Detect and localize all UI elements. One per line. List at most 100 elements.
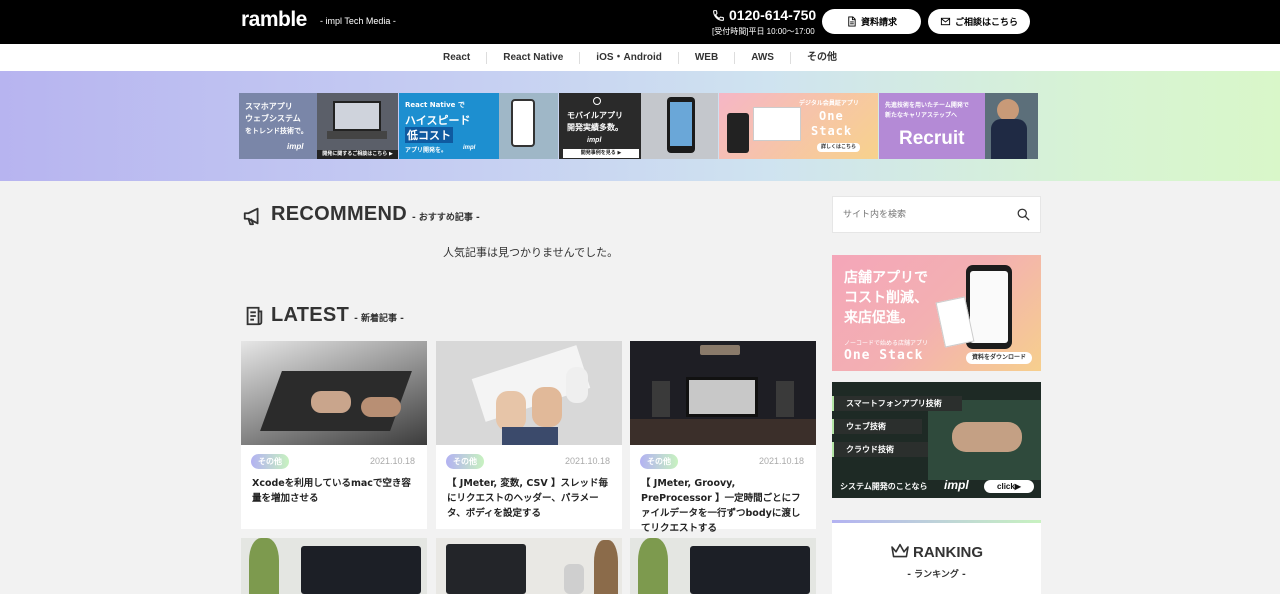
article-card[interactable]: その他 2021.10.18 【 JMeter, 変数, CSV 】スレッド毎に… <box>436 341 622 529</box>
category-nav: React React Native iOS・Android WEB AWS そ… <box>0 44 1280 71</box>
sidebar-ad2-footer: システム開発のことなら <box>840 482 928 491</box>
recommend-empty-message: 人気記事は見つかりませんでした。 <box>443 246 619 259</box>
sidebar-ad-system-dev[interactable]: スマートフォンアプリ技術 ウェブ技術 クラウド技術 システム開発のことなら im… <box>832 382 1041 498</box>
latest-subtitle: - 新着記事 - <box>354 314 404 324</box>
category-tag[interactable]: その他 <box>640 454 678 469</box>
banner-4-line3: Stack <box>811 124 853 138</box>
document-request-label: 資料請求 <box>860 18 897 28</box>
banner-1-line3: をトレンド技術で。 <box>245 127 308 135</box>
phone-number[interactable]: 0120-614-750 <box>712 7 816 23</box>
sidebar-ad1-line3: 来店促進。 <box>844 310 914 326</box>
banner-strip: スマホアプリ ウェブシステム をトレンド技術で。 impl 開発に関するご相談は… <box>0 71 1280 181</box>
contact-button[interactable]: ご相談はこちら <box>928 9 1030 34</box>
search-input[interactable] <box>833 197 1003 232</box>
article-thumbnail <box>630 341 816 445</box>
banner-1-line1: スマホアプリ <box>245 102 293 111</box>
article-thumbnail <box>241 538 427 594</box>
banner-one-stack[interactable]: デジタル会員証アプリ One Stack 詳しくはこちら <box>719 93 878 159</box>
banner-3-footer: 開発事例を見る ▶ <box>563 149 639 158</box>
article-thumbnail <box>436 538 622 594</box>
banner-4-line2: One <box>819 109 844 123</box>
category-tag[interactable]: その他 <box>446 454 484 469</box>
recommend-title: RECOMMEND <box>271 203 408 225</box>
article-date: 2021.10.18 <box>758 456 804 466</box>
category-tag[interactable]: その他 <box>251 454 289 469</box>
search-icon[interactable] <box>1016 207 1031 222</box>
ranking-heading: RANKING <box>832 543 1041 561</box>
sidebar-ad1-line1: 店舗アプリで <box>844 270 928 286</box>
nav-item-other[interactable]: その他 <box>789 51 853 64</box>
banner-3-line2: 開発実績多数。 <box>567 123 623 132</box>
sidebar-ad1-line2: コスト削減、 <box>844 290 928 306</box>
nav-item-web[interactable]: WEB <box>677 51 734 64</box>
article-card[interactable] <box>241 538 427 594</box>
banner-3-brand: impl <box>587 137 602 144</box>
article-date: 2021.10.18 <box>369 456 415 466</box>
banner-2-line3: 低コスト <box>405 127 453 143</box>
banner-5-line2: 新たなキャリアステップへ <box>885 112 958 119</box>
document-request-button[interactable]: 資料請求 <box>822 9 921 34</box>
nav-item-ios-android[interactable]: iOS・Android <box>579 51 678 64</box>
business-hours: [受付時間]平日 10:00〜17:00 <box>712 27 815 36</box>
article-card[interactable]: その他 2021.10.18 Xcodeを利用しているmacで空き容量を増加させ… <box>241 341 427 529</box>
banner-4-line1: デジタル会員証アプリ <box>799 100 859 107</box>
sidebar-ad2-brand: impl <box>944 478 969 492</box>
sidebar-ad2-cta[interactable]: click▶ <box>984 480 1034 493</box>
article-icon <box>246 306 263 326</box>
banner-dev-consult[interactable]: スマホアプリ ウェブシステム をトレンド技術で。 impl 開発に関するご相談は… <box>239 93 398 159</box>
contact-label: ご相談はこちら <box>954 18 1018 28</box>
mail-icon <box>940 17 951 26</box>
document-icon <box>848 16 856 27</box>
ranking-widget: RANKING - ランキング - <box>832 520 1041 594</box>
banner-1-brand: impl <box>287 142 304 151</box>
banner-1-line2: ウェブシステム <box>245 114 301 123</box>
sidebar-ad1-product: One Stack <box>844 348 924 363</box>
article-thumbnail <box>241 341 427 445</box>
article-thumbnail <box>630 538 816 594</box>
sidebar-ad2-item2: ウェブ技術 <box>846 422 886 431</box>
banner-recruit[interactable]: 先進技術を用いたチーム開発で 新たなキャリアステップへ Recruit <box>879 93 1038 159</box>
banner-mobile-results[interactable]: モバイルアプリ 開発実績多数。 impl 開発事例を見る ▶ <box>559 93 718 159</box>
banner-2-line4: アプリ開発を。 <box>405 147 448 154</box>
nav-item-react[interactable]: React <box>427 52 486 64</box>
banner-3-gear-icon <box>593 97 601 105</box>
sidebar-ad1-small: ノーコードで始める店舗アプリ <box>844 340 929 347</box>
article-title[interactable]: 【 JMeter, Groovy, PreProcessor 】一定時間ごとにフ… <box>641 476 807 536</box>
banner-3-line1: モバイルアプリ <box>567 111 623 120</box>
article-card[interactable] <box>630 538 816 594</box>
banner-4-footer: 詳しくはこちら <box>817 143 861 152</box>
recommend-heading: RECOMMEND - おすすめ記事 - <box>271 203 480 226</box>
article-card[interactable] <box>436 538 622 594</box>
article-thumbnail <box>436 341 622 445</box>
article-date: 2021.10.18 <box>564 456 610 466</box>
crown-icon <box>891 543 909 558</box>
banner-react-native[interactable]: React Native で ハイスピード 低コスト アプリ開発を。 impl <box>399 93 558 159</box>
site-search <box>832 196 1041 233</box>
ranking-title: RANKING <box>913 544 983 561</box>
article-card[interactable]: その他 2021.10.18 【 JMeter, Groovy, PreProc… <box>630 341 816 534</box>
banner-2-line2: ハイスピード <box>405 114 471 127</box>
site-tagline: - impl Tech Media - <box>320 16 396 26</box>
megaphone-icon <box>243 207 259 226</box>
sidebar-ad2-item3: クラウド技術 <box>846 445 894 454</box>
sidebar-ad1-cta[interactable]: 資料をダウンロード <box>966 352 1033 364</box>
sidebar-ad-store-app[interactable]: 店舗アプリで コスト削減、 来店促進。 ノーコードで始める店舗アプリ One S… <box>832 255 1041 371</box>
latest-heading: LATEST - 新着記事 - <box>271 304 404 327</box>
ranking-subtitle: - ランキング - <box>907 570 966 580</box>
nav-item-react-native[interactable]: React Native <box>486 51 579 64</box>
nav-item-aws[interactable]: AWS <box>734 51 790 64</box>
site-header: ramble - impl Tech Media - 0120-614-750 … <box>0 0 1280 44</box>
banner-1-footer: 開発に関するご相談はこちら ▶ <box>317 150 398 159</box>
banner-5-line3: Recruit <box>899 128 965 149</box>
banner-2-brand: impl <box>463 145 476 151</box>
sidebar-ad2-item1: スマートフォンアプリ技術 <box>846 399 942 408</box>
site-logo[interactable]: ramble <box>241 8 307 32</box>
article-title[interactable]: Xcodeを利用しているmacで空き容量を増加させる <box>252 476 418 506</box>
article-title[interactable]: 【 JMeter, 変数, CSV 】スレッド毎にリクエストのヘッダー、パラメー… <box>447 476 613 521</box>
latest-title: LATEST <box>271 304 350 326</box>
phone-text: 0120-614-750 <box>729 7 817 23</box>
banner-5-line1: 先進技術を用いたチーム開発で <box>885 102 969 109</box>
banner-2-line1: React Native で <box>405 101 465 109</box>
phone-icon <box>713 9 724 21</box>
recommend-subtitle: - おすすめ記事 - <box>412 213 480 223</box>
